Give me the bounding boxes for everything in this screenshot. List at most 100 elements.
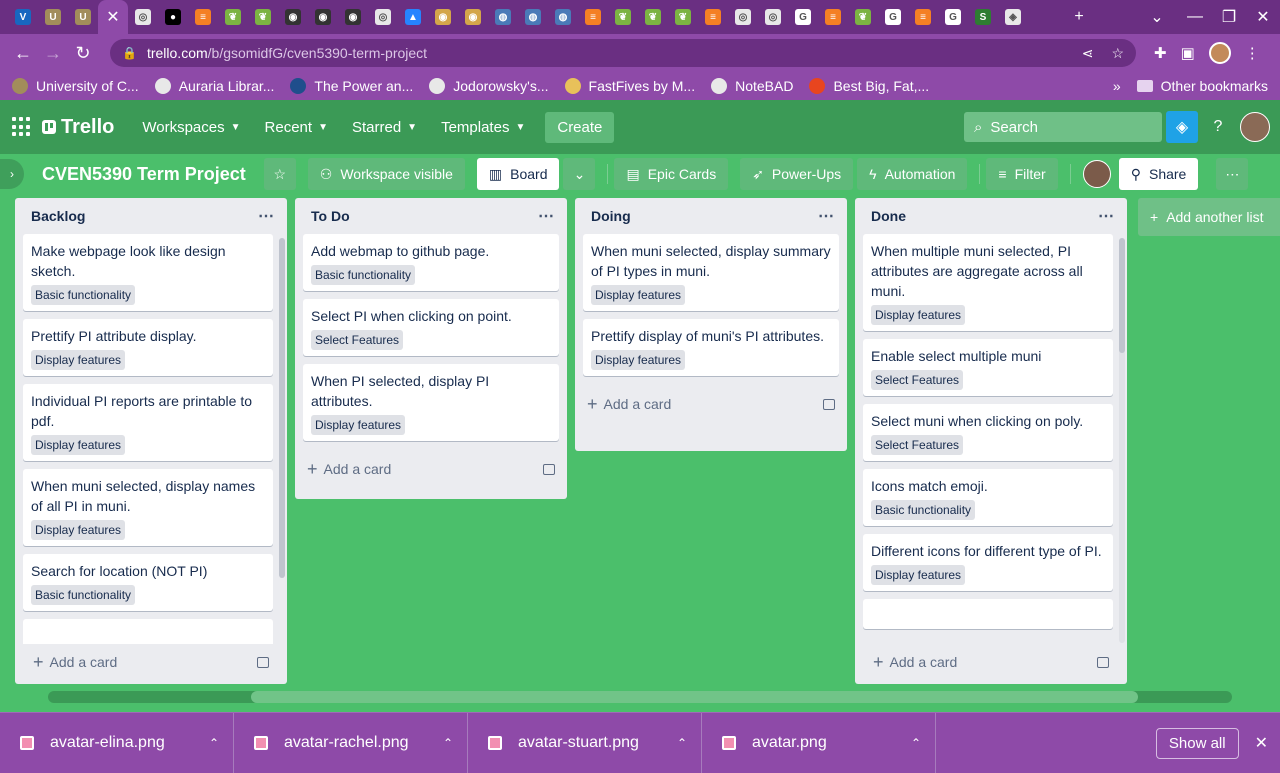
bookmarks-overflow-icon[interactable]: » bbox=[1113, 78, 1121, 94]
card[interactable]: Select PI when clicking on point. Select … bbox=[303, 299, 559, 356]
chevron-up-icon[interactable]: ⌃ bbox=[677, 736, 687, 750]
card[interactable]: Individual PI reports are printable to p… bbox=[23, 384, 273, 461]
bookmark-star-icon[interactable]: ☆ bbox=[1111, 45, 1124, 62]
browser-tab[interactable]: ◉ bbox=[338, 0, 368, 34]
card[interactable]: When PI selected, display PI attributes.… bbox=[303, 364, 559, 441]
epic-cards-button[interactable]: ▤ Epic Cards bbox=[614, 158, 729, 190]
download-item[interactable]: avatar-elina.png ⌃ bbox=[0, 712, 234, 773]
browser-tab[interactable]: ≡ bbox=[908, 0, 938, 34]
other-bookmarks-folder[interactable]: Other bookmarks bbox=[1136, 78, 1268, 94]
view-switcher-chevron-icon[interactable]: ⌄ bbox=[563, 158, 596, 190]
browser-tab[interactable]: ◈ bbox=[998, 0, 1028, 34]
card-template-icon[interactable] bbox=[823, 398, 835, 410]
browser-tab[interactable]: ◉ bbox=[308, 0, 338, 34]
window-close-icon[interactable]: ✕ bbox=[1246, 0, 1280, 34]
browser-tab[interactable]: ◎ bbox=[728, 0, 758, 34]
chevron-up-icon[interactable]: ⌃ bbox=[209, 736, 219, 750]
board-title[interactable]: CVEN5390 Term Project bbox=[42, 164, 246, 185]
card-label[interactable]: Display features bbox=[311, 415, 406, 435]
add-card-button[interactable]: + Add a card bbox=[587, 394, 671, 415]
card-label[interactable]: Basic functionality bbox=[311, 265, 416, 285]
list-vertical-scrollbar[interactable] bbox=[1119, 238, 1125, 643]
browser-tab[interactable]: G bbox=[938, 0, 968, 34]
reload-icon[interactable]: ↻ bbox=[68, 38, 98, 68]
chevron-up-icon[interactable]: ⌃ bbox=[443, 736, 453, 750]
show-all-downloads-button[interactable]: Show all bbox=[1155, 727, 1239, 759]
card-label[interactable]: Display features bbox=[31, 435, 126, 455]
bookmark-item[interactable]: Best Big, Fat,... bbox=[809, 78, 929, 94]
browser-tab[interactable]: G bbox=[788, 0, 818, 34]
account-avatar[interactable] bbox=[1240, 112, 1270, 142]
card-label[interactable]: Basic functionality bbox=[871, 500, 976, 520]
browser-tab[interactable]: ❦ bbox=[638, 0, 668, 34]
add-card-button[interactable]: + Add a card bbox=[873, 652, 957, 673]
card-label[interactable]: Display features bbox=[591, 285, 686, 305]
download-item[interactable]: avatar.png ⌃ bbox=[702, 712, 936, 773]
browser-tab[interactable]: ◎ bbox=[758, 0, 788, 34]
browser-tab[interactable]: ✕ bbox=[98, 0, 128, 34]
new-tab-icon[interactable]: + bbox=[1062, 0, 1096, 34]
list-menu-icon[interactable]: ⋯ bbox=[1098, 206, 1115, 226]
extensions-puzzle-icon[interactable]: ✚ bbox=[1154, 44, 1167, 62]
filter-button[interactable]: ≡ Filter bbox=[986, 158, 1058, 190]
list-title[interactable]: Done bbox=[871, 208, 906, 224]
browser-tab[interactable]: ❦ bbox=[848, 0, 878, 34]
list-header[interactable]: To Do ⋯ bbox=[295, 198, 567, 234]
card[interactable]: Prettify display of muni's PI attributes… bbox=[583, 319, 839, 376]
browser-tab[interactable]: G bbox=[878, 0, 908, 34]
card-label[interactable]: Basic functionality bbox=[31, 285, 136, 305]
board-view-button[interactable]: ▥ Board bbox=[476, 158, 560, 190]
card-label[interactable]: Select Features bbox=[871, 435, 964, 455]
help-icon[interactable]: ? bbox=[1202, 111, 1234, 143]
browser-tab[interactable]: ● bbox=[158, 0, 188, 34]
bookmark-item[interactable]: University of C... bbox=[12, 78, 139, 94]
bookmark-item[interactable]: NoteBAD bbox=[711, 78, 793, 94]
member-avatar[interactable] bbox=[1082, 160, 1111, 188]
share-button[interactable]: ⚲ Share bbox=[1118, 158, 1199, 190]
browser-tab[interactable]: V bbox=[8, 0, 38, 34]
browser-tab[interactable]: ◉ bbox=[458, 0, 488, 34]
notifications-icon[interactable]: ◈ bbox=[1166, 111, 1198, 143]
browser-tab[interactable]: ▲ bbox=[398, 0, 428, 34]
bookmark-item[interactable]: Jodorowsky's... bbox=[429, 78, 549, 94]
add-card-button[interactable]: + Add a card bbox=[33, 652, 117, 673]
sidebar-expand-icon[interactable]: › bbox=[0, 159, 24, 189]
search-input[interactable]: ⌕ Search bbox=[964, 112, 1162, 142]
download-item[interactable]: avatar-stuart.png ⌃ bbox=[468, 712, 702, 773]
bookmark-item[interactable]: The Power an... bbox=[290, 78, 413, 94]
tab-search-icon[interactable]: ⌄ bbox=[1140, 0, 1174, 34]
add-another-list-button[interactable]: + Add another list bbox=[1138, 198, 1280, 236]
trello-logo[interactable]: Trello bbox=[42, 116, 114, 139]
browser-tab[interactable]: ≡ bbox=[188, 0, 218, 34]
list-header[interactable]: Done ⋯ bbox=[855, 198, 1127, 234]
browser-tab[interactable]: ≡ bbox=[698, 0, 728, 34]
card[interactable]: Different icons for different type of PI… bbox=[863, 534, 1113, 591]
app-switcher-icon[interactable] bbox=[12, 117, 32, 137]
browser-tab[interactable]: ◎ bbox=[128, 0, 158, 34]
card[interactable]: When muni selected, display names of all… bbox=[23, 469, 273, 546]
share-icon[interactable]: ⋖ bbox=[1082, 45, 1094, 62]
card[interactable]: Make webpage look like design sketch. Bas… bbox=[23, 234, 273, 311]
bookmark-item[interactable]: FastFives by M... bbox=[564, 78, 695, 94]
power-ups-button[interactable]: ➶ Power-Ups bbox=[740, 158, 854, 190]
browser-tab[interactable]: ◍ bbox=[518, 0, 548, 34]
card[interactable]: When multiple muni selected, PI attribut… bbox=[863, 234, 1113, 331]
scrollbar-thumb[interactable] bbox=[279, 238, 285, 578]
forward-icon[interactable]: → bbox=[38, 38, 68, 68]
chevron-up-icon[interactable]: ⌃ bbox=[911, 736, 921, 750]
scrollbar-thumb[interactable] bbox=[251, 691, 1138, 703]
list-title[interactable]: Doing bbox=[591, 208, 631, 224]
list-menu-icon[interactable]: ⋯ bbox=[818, 206, 835, 226]
back-icon[interactable]: ← bbox=[8, 38, 38, 68]
browser-tab[interactable]: ≡ bbox=[578, 0, 608, 34]
menu-templates[interactable]: Templates ▼ bbox=[431, 113, 535, 142]
browser-tab[interactable]: U bbox=[68, 0, 98, 34]
list-menu-icon[interactable]: ⋯ bbox=[258, 206, 275, 226]
browser-tab[interactable]: S bbox=[968, 0, 998, 34]
card[interactable]: Add webmap to github page. Basic function… bbox=[303, 234, 559, 291]
maximize-icon[interactable]: ❐ bbox=[1212, 0, 1246, 34]
browser-tab[interactable]: ≡ bbox=[818, 0, 848, 34]
menu-starred[interactable]: Starred ▼ bbox=[342, 113, 427, 142]
card[interactable] bbox=[23, 619, 273, 644]
menu-workspaces[interactable]: Workspaces ▼ bbox=[132, 113, 250, 142]
